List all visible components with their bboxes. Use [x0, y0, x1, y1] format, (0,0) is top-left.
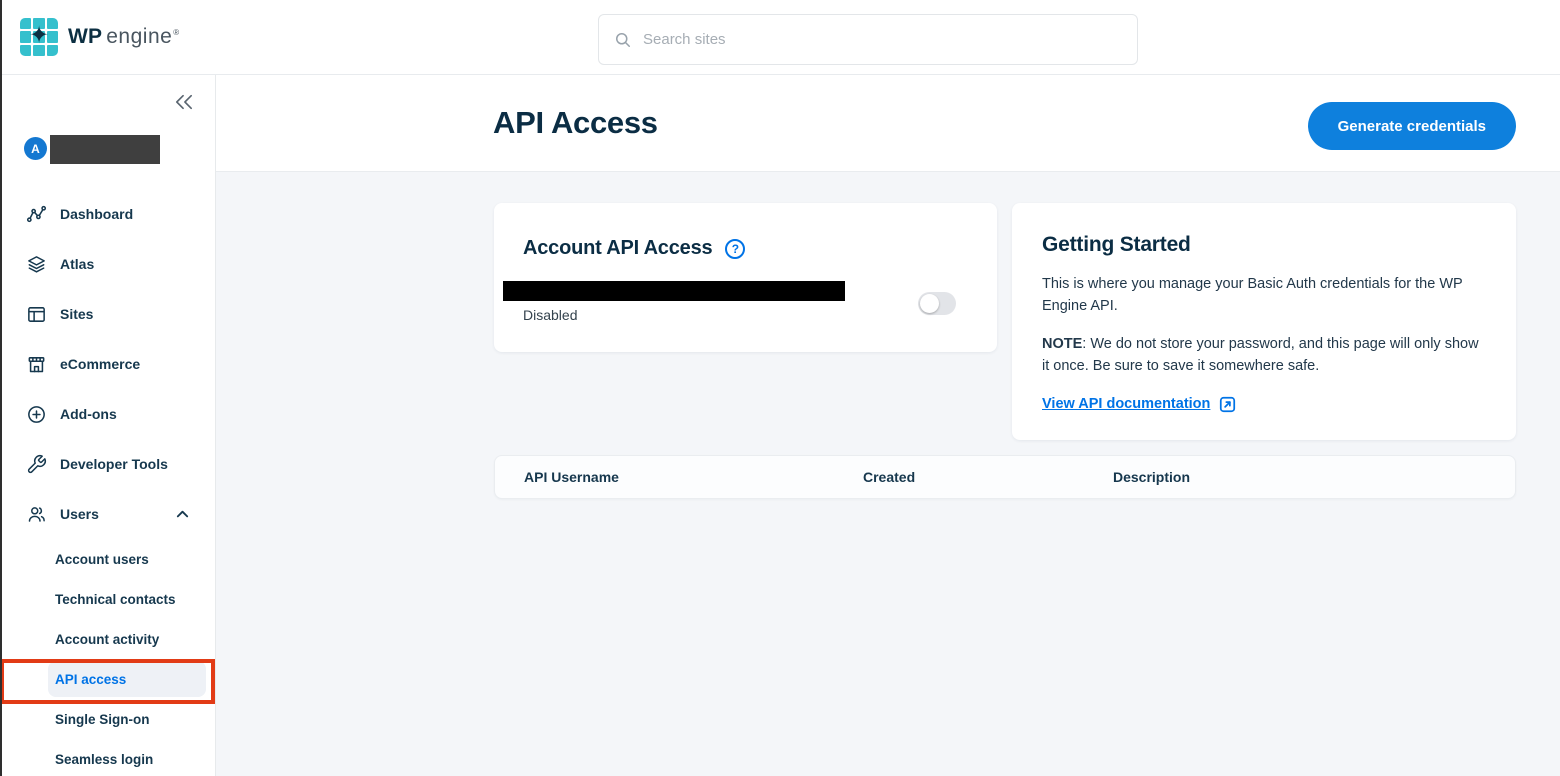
topbar: ✦ WP engine ® [0, 0, 1560, 75]
search-icon [613, 30, 633, 50]
help-icon[interactable]: ? [725, 239, 745, 259]
sidebar-item-label: Dashboard [60, 206, 133, 222]
getting-started-paragraph: This is where you manage your Basic Auth… [1042, 273, 1482, 318]
sidebar-item-account-users[interactable]: Account users [0, 539, 215, 579]
wp-engine-logo-mark: ✦ [20, 18, 58, 56]
sidebar-item-seamless-login[interactable]: Seamless login [0, 739, 215, 776]
chevron-up-icon [175, 507, 190, 522]
wp-engine-logo[interactable]: ✦ WP engine ® [20, 18, 179, 56]
column-created: Created [863, 469, 1113, 485]
card-title: Account API Access [523, 237, 712, 260]
users-subnav: Account users Technical contacts Account… [0, 539, 215, 776]
brand-wp: WP [68, 25, 102, 49]
sidebar-item-sites[interactable]: Sites [0, 289, 215, 339]
column-api-username: API Username [524, 469, 863, 485]
search-input[interactable] [643, 31, 1137, 48]
account-name-redacted [50, 135, 160, 164]
developer-tools-icon [26, 454, 47, 475]
addons-icon [26, 404, 47, 425]
credentials-table-header: API Username Created Description [494, 455, 1516, 499]
avatar: A [24, 137, 47, 160]
sidebar-nav: Dashboard Atlas Sites [0, 189, 215, 776]
sidebar: A Dashboard [0, 75, 216, 776]
ecommerce-icon [26, 354, 47, 375]
users-icon [26, 504, 47, 525]
search-box [598, 14, 1138, 65]
external-link-icon [1218, 395, 1237, 414]
note-text: : We do not store your password, and thi… [1042, 336, 1479, 374]
page-header: API Access Generate credentials [216, 75, 1560, 172]
api-access-status: Disabled [523, 307, 577, 323]
toggle-knob [920, 294, 939, 313]
dashboard-icon [26, 204, 47, 225]
sidebar-item-dashboard[interactable]: Dashboard [0, 189, 215, 239]
account-switcher[interactable]: A [24, 133, 160, 164]
sidebar-item-label: Developer Tools [60, 456, 168, 472]
logo-star-icon: ✦ [29, 24, 49, 48]
sidebar-item-api-access[interactable]: API access [0, 659, 215, 699]
sidebar-item-account-activity[interactable]: Account activity [0, 619, 215, 659]
sidebar-item-technical-contacts[interactable]: Technical contacts [0, 579, 215, 619]
sidebar-collapse-button[interactable] [171, 89, 197, 115]
getting-started-title: Getting Started [1042, 233, 1482, 257]
sidebar-item-developer-tools[interactable]: Developer Tools [0, 439, 215, 489]
view-api-documentation-link[interactable]: View API documentation [1042, 396, 1210, 412]
atlas-icon [26, 254, 47, 275]
page-title: API Access [493, 105, 658, 141]
sidebar-item-single-sign-on[interactable]: Single Sign-on [0, 699, 215, 739]
account-api-access-card: Account API Access ? Disabled [494, 203, 997, 352]
chevrons-left-icon [173, 93, 195, 111]
sidebar-item-users[interactable]: Users [0, 489, 215, 539]
api-username-redacted [503, 281, 845, 301]
brand-registered-mark: ® [173, 28, 179, 37]
note-label: NOTE [1042, 336, 1082, 352]
column-description: Description [1113, 469, 1515, 485]
sidebar-item-label: eCommerce [60, 356, 140, 372]
api-access-toggle[interactable] [918, 292, 956, 315]
getting-started-note: NOTE: We do not store your password, and… [1042, 333, 1482, 378]
content-area: Account API Access ? Disabled Getting St… [216, 172, 1560, 776]
brand-wordmark: WP engine ® [68, 25, 179, 49]
sidebar-item-label: Users [60, 506, 99, 522]
sidebar-item-addons[interactable]: Add-ons [0, 389, 215, 439]
sidebar-item-label: Add-ons [60, 406, 117, 422]
window-edge [0, 0, 2, 776]
sidebar-item-atlas[interactable]: Atlas [0, 239, 215, 289]
generate-credentials-button[interactable]: Generate credentials [1308, 102, 1516, 150]
sites-icon [26, 304, 47, 325]
sidebar-item-ecommerce[interactable]: eCommerce [0, 339, 215, 389]
brand-engine: engine [106, 25, 172, 49]
sidebar-item-label: Atlas [60, 256, 94, 272]
getting-started-card: Getting Started This is where you manage… [1012, 203, 1516, 440]
sidebar-item-label: Sites [60, 306, 93, 322]
